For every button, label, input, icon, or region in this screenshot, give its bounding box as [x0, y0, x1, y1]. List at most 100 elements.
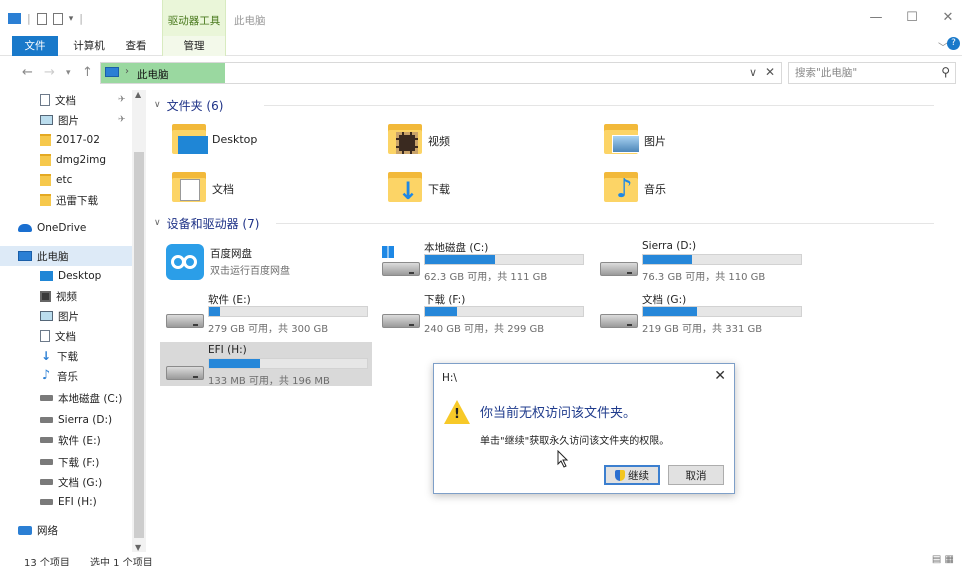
devices-section-header[interactable]: ∨ 设备和驱动器 (7) [154, 214, 954, 232]
folder-icon [40, 194, 51, 206]
network-icon [18, 525, 32, 535]
sidebar-item-documents[interactable]: 文档 ✈ [0, 90, 132, 110]
sidebar-item-desktop[interactable]: Desktop [0, 266, 132, 286]
folder-desktop[interactable]: Desktop [154, 120, 364, 160]
search-input[interactable] [789, 63, 929, 83]
sidebar-item-videos[interactable]: 视频 [0, 286, 132, 306]
sidebar-item-label: OneDrive [37, 222, 87, 234]
tab-computer[interactable]: 计算机 [66, 36, 112, 56]
sidebar-scrollbar[interactable]: ▲ ▼ [132, 90, 146, 552]
drive-name: 软件 (E:) [208, 294, 251, 306]
explorer-icon [8, 13, 21, 24]
sidebar-item-etc[interactable]: etc [0, 170, 132, 190]
drive-e[interactable]: 软件 (E:) 279 GB 可用，共 300 GB [160, 290, 372, 335]
tab-file[interactable]: 文件 [12, 36, 58, 56]
drive-usage-bar [424, 254, 584, 265]
breadcrumb[interactable]: 此电脑 [137, 67, 169, 82]
sidebar-item-drive-e[interactable]: 软件 (E:) [0, 430, 132, 450]
address-clear-icon[interactable]: ✕ [765, 65, 775, 79]
back-icon[interactable]: ← [22, 65, 33, 80]
close-icon[interactable]: ✕ [938, 10, 958, 25]
windows-logo-icon [382, 246, 394, 258]
drive-g[interactable]: 文档 (G:) 219 GB 可用，共 331 GB [594, 290, 806, 335]
breadcrumb-chevron-icon[interactable]: › [125, 66, 129, 77]
search-icon[interactable]: ⚲ [941, 65, 950, 79]
sidebar-item-documents-pc[interactable]: 文档 [0, 326, 132, 346]
sidebar-item-label: etc [56, 174, 73, 186]
forward-icon[interactable]: → [44, 65, 55, 80]
folder-videos[interactable]: 视频 [370, 120, 580, 160]
customize-qat-icon[interactable]: ▾ [69, 14, 74, 24]
pin-icon[interactable]: ✈ [118, 115, 126, 125]
drive-name: Sierra (D:) [642, 240, 697, 252]
drive-icon [40, 417, 53, 423]
sidebar-item-this-pc[interactable]: 此电脑 [0, 246, 132, 266]
view-toggle-icons[interactable]: ▤ ▦ [932, 554, 954, 565]
scroll-up-icon[interactable]: ▲ [135, 90, 141, 99]
tab-view[interactable]: 查看 [116, 36, 156, 56]
devices-header-label: 设备和驱动器 (7) [166, 216, 260, 231]
sidebar-item-label: Sierra (D:) [58, 414, 113, 426]
search-box[interactable]: ⚲ [788, 62, 956, 84]
document-icon [40, 94, 50, 106]
access-denied-dialog: H:\ ✕ ! 你当前无权访问该文件夹。 单击"继续"获取永久访问该文件夹的权限… [433, 363, 735, 494]
collapse-chevron-icon[interactable]: ∨ [154, 218, 161, 228]
scrollbar-thumb[interactable] [134, 152, 144, 538]
window-title: 此电脑 [234, 15, 266, 27]
up-icon[interactable]: ↑ [82, 65, 93, 80]
sidebar-item-drive-h[interactable]: EFI (H:) [0, 492, 132, 512]
address-bar[interactable]: › 此电脑 ∨ ✕ [100, 62, 782, 84]
folder-icon [40, 154, 51, 166]
help-icon[interactable]: ? [947, 37, 960, 50]
dialog-close-icon[interactable]: ✕ [714, 368, 726, 384]
sidebar-item-music[interactable]: ♪ 音乐 [0, 366, 132, 386]
drive-c[interactable]: 本地磁盘 (C:) 62.3 GB 可用，共 111 GB [376, 238, 588, 283]
baidu-netdisk-item[interactable]: 百度网盘 双击运行百度网盘 [152, 240, 352, 284]
sidebar-item-drive-f[interactable]: 下载 (F:) [0, 452, 132, 472]
music-icon: ♪ [41, 368, 51, 383]
sidebar-item-dmg2img[interactable]: dmg2img [0, 150, 132, 170]
sidebar-item-xunlei[interactable]: 迅雷下载 [0, 190, 132, 210]
recent-locations-icon[interactable]: ▾ [66, 68, 71, 78]
sidebar-item-label: 图片 [58, 310, 79, 323]
dialog-message: 你当前无权访问该文件夹。 [480, 406, 637, 421]
warning-icon: ! [444, 400, 470, 424]
collapse-chevron-icon[interactable]: ∨ [154, 100, 161, 110]
cancel-button[interactable]: 取消 [668, 465, 724, 485]
sidebar-item-downloads[interactable]: ↓ 下载 [0, 346, 132, 366]
folder-pictures[interactable]: 图片 [586, 120, 796, 160]
properties-icon[interactable] [36, 12, 47, 25]
sidebar-item-pictures-pc[interactable]: 图片 [0, 306, 132, 326]
folder-music[interactable]: ♪ 音乐 [586, 168, 796, 208]
drive-h[interactable]: EFI (H:) 133 MB 可用，共 196 MB [160, 342, 372, 387]
pin-icon[interactable]: ✈ [118, 95, 126, 105]
sidebar-item-pictures[interactable]: 图片 ✈ [0, 110, 132, 130]
uac-shield-icon [615, 469, 625, 481]
sidebar-item-network[interactable]: 网络 [0, 520, 132, 540]
maximize-icon[interactable]: ☐ [902, 10, 922, 25]
sidebar-item-onedrive[interactable]: OneDrive [0, 218, 132, 238]
downloads-folder-icon: ↓ [388, 172, 422, 203]
address-dropdown-icon[interactable]: ∨ [749, 66, 757, 79]
continue-button[interactable]: 继续 [604, 465, 660, 485]
ribbon-tabs: 文件 计算机 查看 管理 ﹀ ? [0, 36, 962, 56]
folder-downloads[interactable]: ↓ 下载 [370, 168, 580, 208]
drive-d[interactable]: Sierra (D:) 76.3 GB 可用，共 110 GB [594, 238, 806, 283]
sidebar-item-drive-d[interactable]: Sierra (D:) [0, 410, 132, 430]
tab-manage[interactable]: 管理 [162, 36, 226, 56]
sidebar-item-label: 下载 (F:) [58, 456, 100, 469]
drive-icon [40, 479, 53, 485]
folder-label: 下载 [428, 183, 450, 196]
selected-count: 选中 1 个项目 [90, 558, 153, 566]
minimize-icon[interactable]: — [866, 10, 886, 25]
folder-documents[interactable]: 文档 [154, 168, 364, 208]
sidebar-item-2017-02[interactable]: 2017-02 [0, 130, 132, 150]
drive-f[interactable]: 下载 (F:) 240 GB 可用，共 299 GB [376, 290, 588, 335]
new-folder-icon[interactable] [52, 12, 63, 25]
sidebar-item-drive-c[interactable]: 本地磁盘 (C:) [0, 388, 132, 408]
hard-drive-icon [600, 262, 638, 276]
desktop-icon [40, 271, 53, 281]
folders-section-header[interactable]: ∨ 文件夹 (6) [154, 96, 954, 114]
sidebar-item-drive-g[interactable]: 文档 (G:) [0, 472, 132, 492]
scroll-down-icon[interactable]: ▼ [135, 543, 141, 552]
